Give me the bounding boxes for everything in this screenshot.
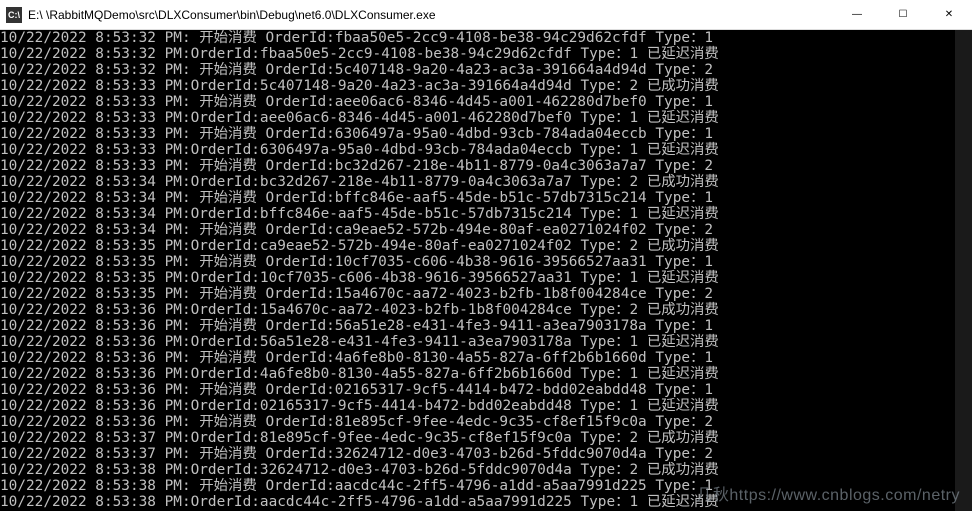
- titlebar[interactable]: C:\ E:\ \RabbitMQDemo\src\DLXConsumer\bi…: [0, 0, 972, 30]
- log-line: 10/22/2022 8:53:36 PM: 开始消费 OrderId:81e8…: [0, 414, 972, 430]
- log-line: 10/22/2022 8:53:34 PM:OrderId:bc32d267-2…: [0, 174, 972, 190]
- log-line: 10/22/2022 8:53:35 PM: 开始消费 OrderId:10cf…: [0, 254, 972, 270]
- log-line: 10/22/2022 8:53:34 PM:OrderId:bffc846e-a…: [0, 206, 972, 222]
- close-button[interactable]: ✕: [926, 0, 972, 29]
- vertical-scrollbar[interactable]: [955, 30, 972, 511]
- minimize-button[interactable]: —: [834, 0, 880, 29]
- log-line: 10/22/2022 8:53:36 PM: 开始消费 OrderId:56a5…: [0, 318, 972, 334]
- log-line: 10/22/2022 8:53:33 PM: 开始消费 OrderId:6306…: [0, 126, 972, 142]
- log-line: 10/22/2022 8:53:36 PM:OrderId:02165317-9…: [0, 398, 972, 414]
- log-line: 10/22/2022 8:53:37 PM: 开始消费 OrderId:3262…: [0, 446, 972, 462]
- maximize-button[interactable]: ☐: [880, 0, 926, 29]
- log-line: 10/22/2022 8:53:36 PM: 开始消费 OrderId:4a6f…: [0, 350, 972, 366]
- log-line: 10/22/2022 8:53:34 PM: 开始消费 OrderId:bffc…: [0, 190, 972, 206]
- log-line: 10/22/2022 8:53:33 PM: 开始消费 OrderId:aee0…: [0, 94, 972, 110]
- log-line: 10/22/2022 8:53:35 PM:OrderId:10cf7035-c…: [0, 270, 972, 286]
- log-line: 10/22/2022 8:53:37 PM:OrderId:81e895cf-9…: [0, 430, 972, 446]
- log-line: 10/22/2022 8:53:32 PM: 开始消费 OrderId:5c40…: [0, 62, 972, 78]
- log-line: 10/22/2022 8:53:35 PM: 开始消费 OrderId:15a4…: [0, 286, 972, 302]
- log-line: 10/22/2022 8:53:38 PM: 开始消费 OrderId:aacd…: [0, 478, 972, 494]
- log-line: 10/22/2022 8:53:38 PM:OrderId:32624712-d…: [0, 462, 972, 478]
- log-line: 10/22/2022 8:53:33 PM:OrderId:5c407148-9…: [0, 78, 972, 94]
- log-line: 10/22/2022 8:53:32 PM: 开始消费 OrderId:fbaa…: [0, 30, 972, 46]
- log-line: 10/22/2022 8:53:36 PM:OrderId:56a51e28-e…: [0, 334, 972, 350]
- console-output[interactable]: 10/22/2022 8:53:32 PM: 开始消费 OrderId:fbaa…: [0, 30, 972, 511]
- log-line: 10/22/2022 8:53:36 PM:OrderId:4a6fe8b0-8…: [0, 366, 972, 382]
- log-line: 10/22/2022 8:53:33 PM:OrderId:aee06ac6-8…: [0, 110, 972, 126]
- log-line: 10/22/2022 8:53:32 PM:OrderId:fbaa50e5-2…: [0, 46, 972, 62]
- log-line: 10/22/2022 8:53:35 PM:OrderId:ca9eae52-5…: [0, 238, 972, 254]
- log-line: 10/22/2022 8:53:38 PM:OrderId:aacdc44c-2…: [0, 494, 972, 510]
- log-line: 10/22/2022 8:53:34 PM: 开始消费 OrderId:ca9e…: [0, 222, 972, 238]
- log-line: 10/22/2022 8:53:36 PM:OrderId:15a4670c-a…: [0, 302, 972, 318]
- window-controls: — ☐ ✕: [834, 0, 972, 29]
- window-title: E:\ \RabbitMQDemo\src\DLXConsumer\bin\De…: [28, 8, 834, 22]
- log-line: 10/22/2022 8:53:36 PM: 开始消费 OrderId:0216…: [0, 382, 972, 398]
- log-line: 10/22/2022 8:53:33 PM:OrderId:6306497a-9…: [0, 142, 972, 158]
- log-line: 10/22/2022 8:53:33 PM: 开始消费 OrderId:bc32…: [0, 158, 972, 174]
- app-icon: C:\: [6, 7, 22, 23]
